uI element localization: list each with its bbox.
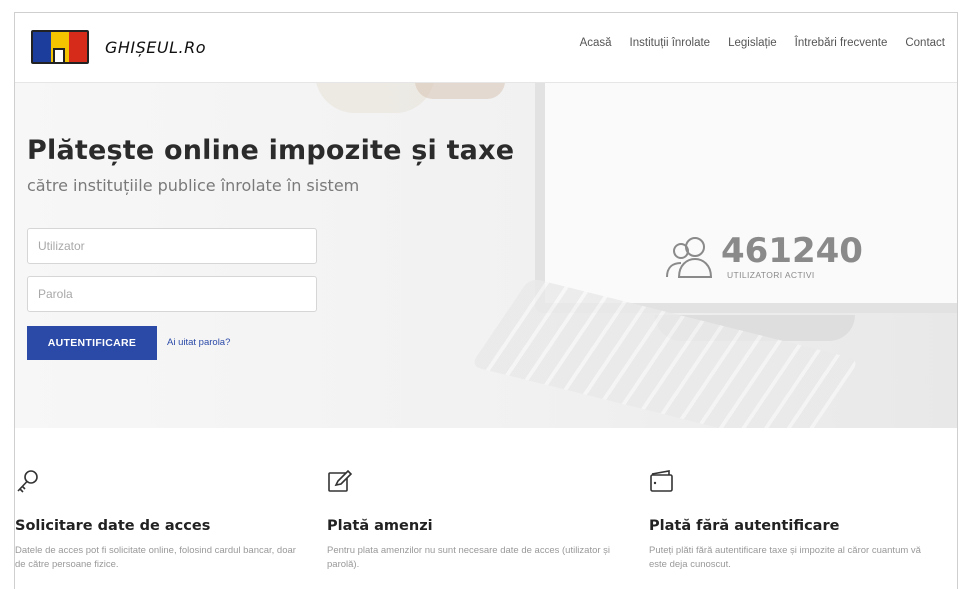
forgot-password-link[interactable]: Ai uitat parola? xyxy=(167,337,230,348)
site-header: GHIȘEUL.Ro Acasă Instituții înrolate Leg… xyxy=(15,13,957,83)
flag-logo-icon xyxy=(31,30,89,64)
feature-description: Puteți plăti fără autentificare taxe și … xyxy=(649,545,921,570)
feature-access-request[interactable]: Solicitare date de acces Datele de acces… xyxy=(15,468,305,572)
edit-icon xyxy=(328,469,353,492)
nav-home[interactable]: Acasă xyxy=(580,37,612,49)
page-frame: GHIȘEUL.Ro Acasă Instituții înrolate Leg… xyxy=(14,12,958,589)
background-hand xyxy=(415,83,505,99)
feature-description: Pentru plata amenzilor nu sunt necesare … xyxy=(327,545,611,570)
login-button[interactable]: AUTENTIFICARE xyxy=(27,326,157,360)
logo-text: GHIȘEUL.Ro xyxy=(105,37,207,57)
site-logo[interactable]: GHIȘEUL.Ro xyxy=(31,30,206,64)
nav-legislation[interactable]: Legislație xyxy=(728,37,777,49)
nav-institutions[interactable]: Instituții înrolate xyxy=(630,37,711,49)
feature-title: Plată fără autentificare xyxy=(649,518,840,534)
hero-section: Plătește online impozite și taxe către i… xyxy=(15,83,957,428)
feature-title: Plată amenzi xyxy=(327,518,433,534)
active-users-label: UTILIZATORI ACTIVI xyxy=(727,270,815,280)
main-nav: Acasă Instituții înrolate Legislație Înt… xyxy=(580,37,945,49)
active-users-stat: 461240 UTILIZATORI ACTIVI xyxy=(665,233,863,281)
users-icon xyxy=(666,237,713,278)
wallet-icon xyxy=(650,470,673,492)
feature-description: Datele de acces pot fi solicitate online… xyxy=(15,545,296,570)
hero-subtitle: către instituțiile publice înrolate în s… xyxy=(27,176,360,195)
key-icon xyxy=(17,470,38,493)
active-users-count: 461240 xyxy=(721,231,863,271)
feature-guest-payment[interactable]: Plată fără autentificare Puteți plăti fă… xyxy=(649,468,939,572)
username-input[interactable] xyxy=(27,228,317,264)
feature-title: Solicitare date de acces xyxy=(15,518,211,534)
nav-contact[interactable]: Contact xyxy=(905,37,945,49)
password-input[interactable] xyxy=(27,276,317,312)
hero-title: Plătește online impozite și taxe xyxy=(27,135,515,166)
nav-faq[interactable]: Întrebări frecvente xyxy=(795,37,888,49)
feature-fines-payment[interactable]: Plată amenzi Pentru plata amenzilor nu s… xyxy=(327,468,617,572)
